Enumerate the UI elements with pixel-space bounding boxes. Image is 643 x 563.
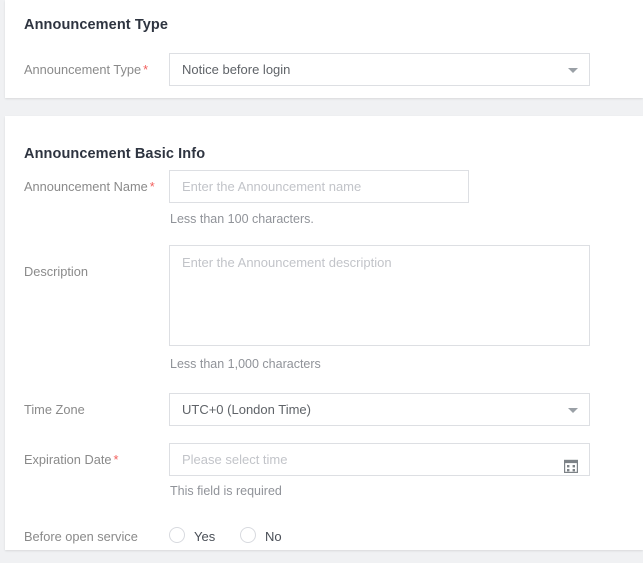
announcement-name-input[interactable]: Enter the Announcement name [169, 170, 469, 203]
expiration-date-label-text: Expiration Date [24, 452, 112, 467]
announcement-name-helper-text: Less than 100 characters. [170, 212, 314, 226]
field-row-before-open-service: Before open service Yes No [5, 527, 643, 547]
before-open-service-label: Before open service [24, 527, 140, 547]
announcement-basic-info-section-title: Announcement Basic Info [24, 146, 206, 162]
time-zone-select-value: UTC+0 (London Time) [182, 402, 311, 417]
expiration-date-placeholder: Please select time [182, 452, 288, 467]
radio-option-yes[interactable]: Yes [169, 527, 215, 547]
before-open-service-label-text: Before open service [24, 529, 138, 544]
description-label-text: Description [24, 264, 89, 279]
expiration-date-label: Expiration Date * [24, 450, 118, 470]
announcement-name-placeholder: Enter the Announcement name [182, 179, 362, 194]
announcement-type-label-text: Announcement Type [24, 62, 142, 77]
time-zone-label-text: Time Zone [24, 402, 85, 417]
announcement-type-select-value: Notice before login [182, 62, 291, 77]
radio-circle-icon [169, 527, 185, 543]
radio-option-no[interactable]: No [240, 527, 282, 547]
time-zone-label: Time Zone [24, 400, 87, 420]
chevron-down-icon [568, 67, 578, 73]
field-row-time-zone: Time Zone UTC+0 (London Time) [5, 393, 643, 426]
chevron-down-icon [568, 407, 578, 413]
announcement-name-label-text: Announcement Name [24, 179, 148, 194]
description-textarea[interactable]: Enter the Announcement description [169, 245, 590, 346]
description-placeholder: Enter the Announcement description [182, 255, 392, 270]
expiration-date-helper-text: This field is required [170, 484, 282, 498]
announcement-type-required-asterisk: * [143, 62, 149, 77]
announcement-type-card: Announcement Type Announcement Type * Not… [5, 0, 643, 98]
announcement-name-label: Announcement Name * [24, 177, 155, 197]
radio-option-no-label: No [265, 529, 282, 544]
announcement-type-label: Announcement Type * [24, 60, 148, 80]
field-row-announcement-type: Announcement Type * Notice before login [5, 53, 643, 86]
calendar-icon[interactable] [563, 453, 579, 473]
description-helper-text: Less than 1,000 characters [170, 357, 321, 371]
announcement-type-section-title: Announcement Type [24, 17, 169, 33]
expiration-date-required-asterisk: * [113, 452, 119, 467]
time-zone-select[interactable]: UTC+0 (London Time) [169, 393, 590, 426]
description-label: Description [24, 262, 90, 282]
announcement-basic-info-card: Announcement Basic Info Announcement Nam… [5, 116, 643, 550]
expiration-date-input[interactable]: Please select time [169, 443, 590, 476]
announcement-name-required-asterisk: * [149, 179, 155, 194]
radio-circle-icon [240, 527, 256, 543]
radio-option-yes-label: Yes [194, 529, 216, 544]
field-row-expiration-date: Expiration Date * Please select time [5, 443, 643, 476]
announcement-type-select[interactable]: Notice before login [169, 53, 590, 86]
field-row-announcement-name: Announcement Name * Enter the Announcemen… [5, 170, 643, 203]
